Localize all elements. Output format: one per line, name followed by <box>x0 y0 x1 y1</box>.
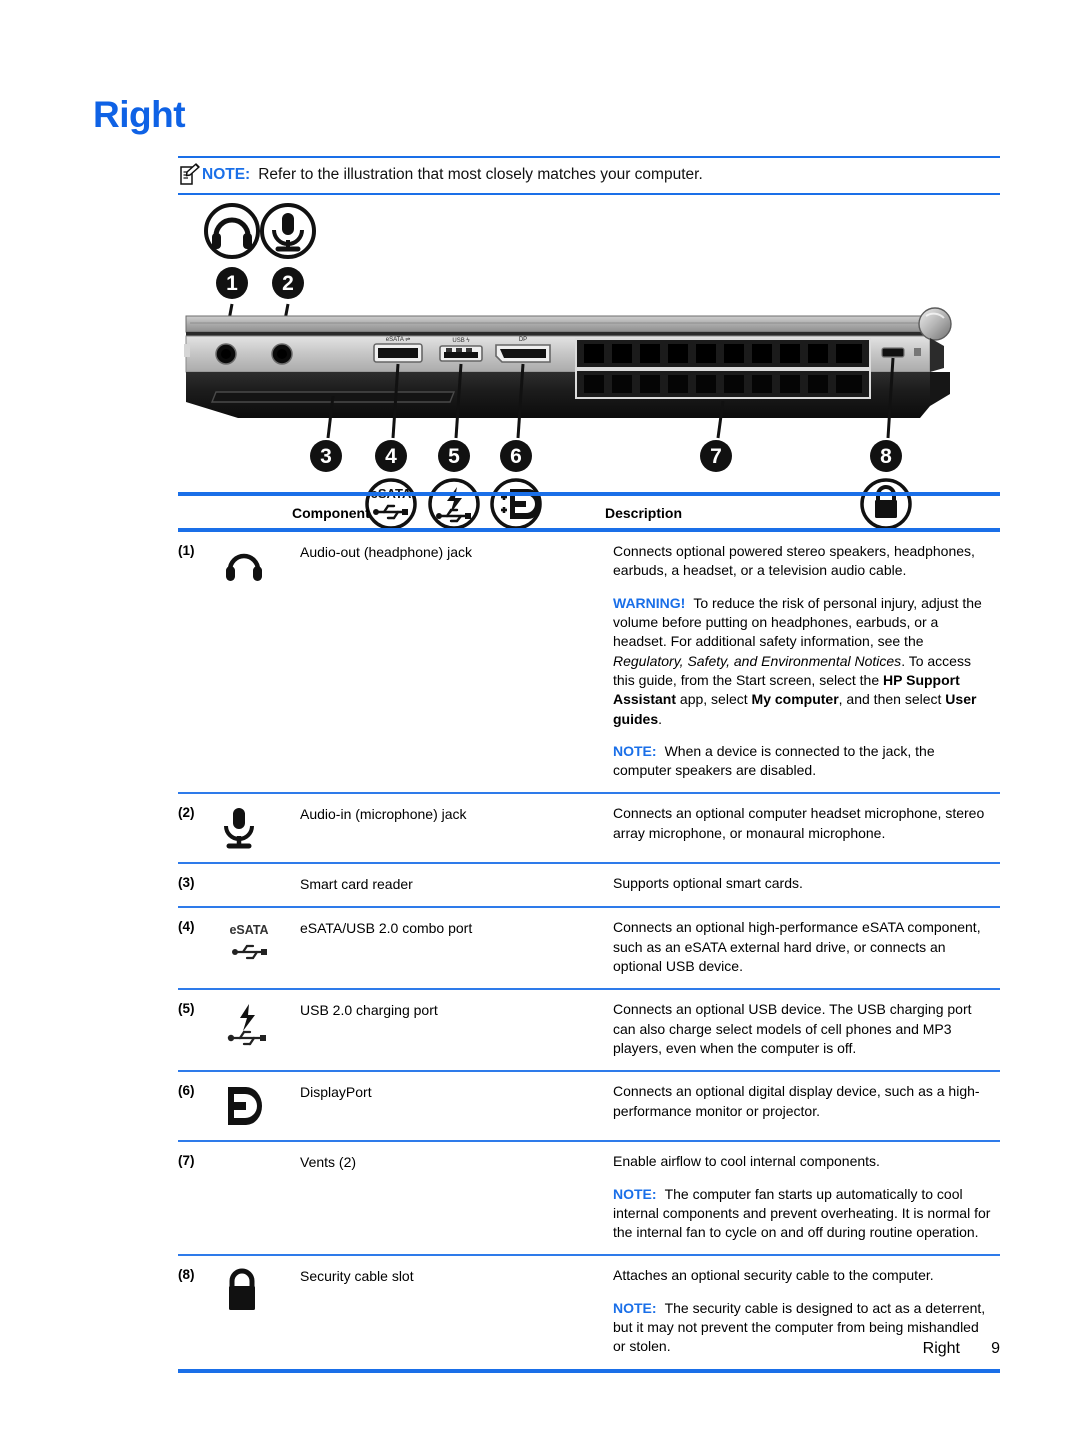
component-description: Connects an optional computer headset mi… <box>613 804 1000 850</box>
row-number: (7) <box>178 1153 195 1169</box>
callout-4: 4 <box>375 440 407 472</box>
svg-text:7: 7 <box>710 445 722 468</box>
svg-text:USB ϟ: USB ϟ <box>452 338 470 344</box>
note-paragraph: NOTE: The computer fan starts up automati… <box>613 1185 994 1243</box>
table-row: (4) eSATA eSATA/USB 2.0 combo port Conne… <box>178 908 1000 991</box>
no-icon <box>214 874 300 894</box>
component-description: Connects optional powered stereo speaker… <box>613 542 1000 780</box>
note-keyword: NOTE: <box>202 166 251 183</box>
headphone-icon <box>204 203 260 259</box>
vents <box>575 338 871 399</box>
note-keyword: NOTE: <box>613 1299 657 1316</box>
callout-6: 6 <box>500 440 532 472</box>
note-keyword: NOTE: <box>613 742 657 759</box>
svg-text:5: 5 <box>448 445 460 468</box>
callout-3: 3 <box>310 440 342 472</box>
row-number: (2) <box>178 805 195 821</box>
row-number: (6) <box>178 1083 195 1099</box>
desc-paragraph: Connects optional powered stereo speaker… <box>613 543 975 579</box>
warning-paragraph: WARNING! To reduce the risk of personal i… <box>613 594 994 729</box>
component-description: Connects an optional high-performance eS… <box>613 918 1000 976</box>
security-cable-slot <box>881 347 921 358</box>
svg-text:DP: DP <box>519 337 527 343</box>
component-name: USB 2.0 charging port <box>300 1002 438 1019</box>
svg-text:3: 3 <box>320 445 332 468</box>
footer-page-number: 9 <box>991 1340 1000 1357</box>
desc-paragraph: Connects an optional high-performance eS… <box>613 919 981 974</box>
page-title: Right <box>93 94 186 135</box>
header-component: Component <box>292 505 370 521</box>
note-text: The computer fan starts up automatically… <box>613 1185 991 1241</box>
row-number: (1) <box>178 543 195 558</box>
callout-8: 8 <box>870 440 902 472</box>
table-header-row: Component Description <box>178 496 1000 532</box>
desc-paragraph: Connects an optional digital display dev… <box>613 1083 980 1119</box>
desc-paragraph: Connects an optional USB device. The USB… <box>613 1001 972 1056</box>
svg-text:2: 2 <box>282 272 294 295</box>
svg-text:6: 6 <box>510 445 522 468</box>
table-row: (5) USB 2.0 charging port Connects an op… <box>178 990 1000 1073</box>
usb-charging-icon <box>214 1000 300 1058</box>
svg-text:8: 8 <box>880 445 892 468</box>
component-description: Supports optional smart cards. <box>613 874 1000 894</box>
desc-paragraph: Enable airflow to cool internal componen… <box>613 1153 880 1170</box>
table-row: (2) Audio-in (microphone) jack Connects … <box>178 794 1000 865</box>
component-name: eSATA/USB 2.0 combo port <box>300 920 473 937</box>
table-row: (7) Vents (2) Enable airflow to cool int… <box>178 1142 1000 1257</box>
component-description: Connects an optional digital display dev… <box>613 1082 1000 1128</box>
table-row: (3) Smart card reader Supports optional … <box>178 864 1000 909</box>
component-description: Connects an optional USB device. The USB… <box>613 1000 1000 1058</box>
table-row: (1) Audio-out (headphone) jack Connects … <box>178 532 1000 795</box>
callout-2: 2 <box>272 267 304 299</box>
note-pad-icon <box>178 163 200 187</box>
top-note-callout: NOTE: Refer to the illustration that most… <box>178 156 1000 195</box>
displayport-icon <box>214 1082 300 1128</box>
component-name: DisplayPort <box>300 1084 372 1101</box>
warning-keyword: WARNING! <box>613 594 686 611</box>
warning-bold-my-computer: My computer <box>751 691 839 708</box>
warning-text-e: . <box>658 710 663 727</box>
laptop-chassis: eSATA ⇌ USB ϟ DP <box>184 307 952 418</box>
no-icon <box>214 1152 300 1242</box>
callout-1: 1 <box>216 267 248 299</box>
row-number: (4) <box>178 919 195 935</box>
desc-paragraph: Connects an optional computer headset mi… <box>613 805 985 841</box>
component-description: Enable airflow to cool internal componen… <box>613 1152 1000 1242</box>
row-number: (5) <box>178 1001 195 1017</box>
note-paragraph: NOTE: When a device is connected to the j… <box>613 742 994 781</box>
esata-usb-icon: eSATA <box>214 918 300 976</box>
component-name: Vents (2) <box>300 1154 357 1171</box>
microphone-icon <box>260 203 316 259</box>
component-name: Audio-in (microphone) jack <box>300 806 467 823</box>
header-description: Description <box>605 505 683 521</box>
component-name: Audio-out (headphone) jack <box>300 544 473 560</box>
desc-paragraph: Supports optional smart cards. <box>613 875 803 892</box>
svg-text:4: 4 <box>385 445 397 468</box>
svg-text:1: 1 <box>226 272 238 295</box>
row-number: (3) <box>178 875 195 891</box>
callout-5: 5 <box>438 440 470 472</box>
svg-text:eSATA: eSATA <box>229 923 268 937</box>
warning-italic-title: Regulatory, Safety, and Environmental No… <box>613 652 902 669</box>
page-footer: Right 9 <box>178 1340 1000 1358</box>
footer-section-label: Right <box>922 1340 960 1357</box>
laptop-right-side-illustration: 1 2 eSATA ⇌ USB ϟ DP 3 4 5 6 7 8 eSATA <box>178 196 1000 530</box>
note-keyword: NOTE: <box>613 1185 657 1202</box>
headphone-icon <box>214 542 300 780</box>
warning-text-d: , and then select <box>838 691 946 708</box>
note-body: Refer to the illustration that most clos… <box>258 166 703 183</box>
component-description-table: Component Description (1) Audio-out (hea… <box>178 492 1000 1373</box>
warning-text-c: app, select <box>676 691 752 708</box>
table-row: (6) DisplayPort Connects an optional dig… <box>178 1072 1000 1143</box>
document-page: Right NOTE: Refer to the illustration tha… <box>0 0 1080 1437</box>
note-text: When a device is connected to the jack, … <box>613 742 935 779</box>
svg-text:eSATA ⇌: eSATA ⇌ <box>386 336 410 343</box>
component-name: Smart card reader <box>300 876 413 893</box>
desc-paragraph: Attaches an optional security cable to t… <box>613 1267 934 1284</box>
callout-7: 7 <box>700 440 732 472</box>
microphone-icon <box>214 804 300 850</box>
